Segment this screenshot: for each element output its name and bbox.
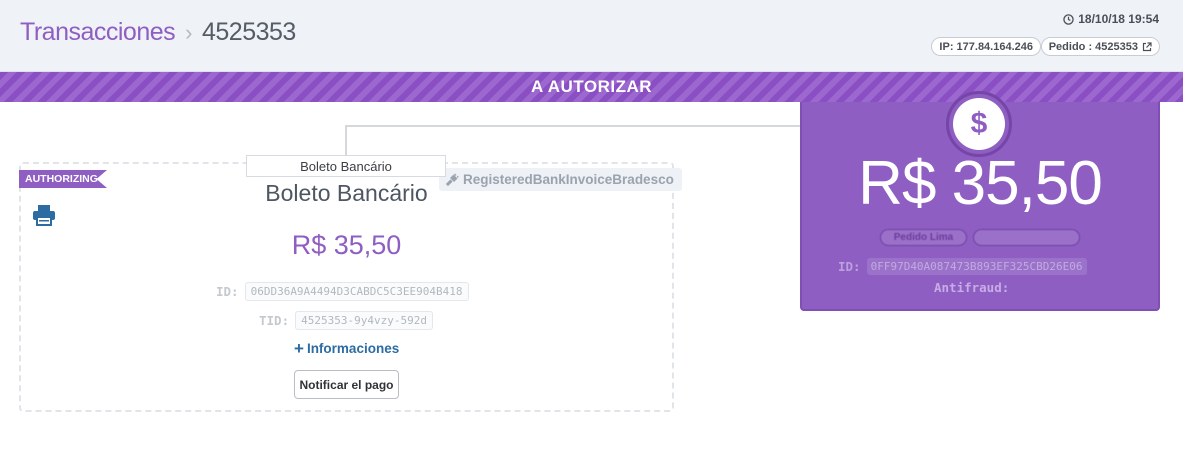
plug-icon (445, 173, 459, 186)
ip-badge: IP: 177.84.164.246 (931, 37, 1041, 56)
more-info-label: Informaciones (306, 341, 400, 356)
order-text: Pedido : 4525353 (1048, 40, 1138, 53)
dollar-badge: $ (946, 91, 1012, 157)
status-banner-text: A AUTORIZAR (530, 77, 653, 96)
antifraud-label: Antifraud: (934, 280, 1010, 295)
summary-id-row: ID: 0FF97D40A087473B893EF325CBD26E06 (838, 258, 1087, 275)
plus-icon: + (294, 339, 304, 358)
breadcrumb: Transacciones › 4525353 (20, 18, 296, 47)
status-ribbon: AUTHORIZING (19, 170, 107, 188)
chevron-right-icon: › (185, 19, 192, 45)
summary-amount: R$ 35,50 (858, 149, 1103, 218)
external-link-icon (1142, 41, 1152, 51)
status-banner: A AUTORIZAR (0, 72, 1183, 102)
payment-tid-row: TID: 4525353-9y4vzy-592d (259, 311, 433, 330)
summary-blurred-pill (973, 229, 1080, 246)
summary-id-label: ID: (838, 259, 861, 274)
more-info-link[interactable]: + Informaciones (294, 340, 399, 357)
provider-badge: RegisteredBankInvoiceBradesco (439, 168, 682, 191)
payment-method-tab: Boleto Bancário (246, 155, 446, 177)
payment-amount: R$ 35,50 (291, 230, 402, 260)
payment-tid-label: TID: (259, 313, 290, 328)
order-link-badge[interactable]: Pedido : 4525353 (1040, 37, 1160, 56)
dollar-icon: $ (953, 98, 1005, 150)
flow-connector-horizontal (345, 125, 801, 127)
breadcrumb-transactions-link[interactable]: Transacciones (20, 18, 176, 47)
print-icon[interactable] (32, 204, 56, 226)
payment-id-label: ID: (216, 284, 239, 299)
payment-tid-value: 4525353-9y4vzy-592d (295, 311, 433, 330)
summary-id-value: 0FF97D40A087473B893EF325CBD26E06 (866, 258, 1087, 275)
datetime-text: 18/10/18 19:54 (1078, 12, 1159, 26)
provider-name: RegisteredBankInvoiceBradesco (463, 172, 674, 187)
payment-id-row: ID: 06DD36A9A4494D3CABDC5C3EE904B418 (216, 282, 469, 301)
summary-status-pill: Pedido Lima (880, 229, 967, 246)
page-header: Transacciones › 4525353 18/10/18 19:54 I… (0, 0, 1183, 72)
transaction-datetime: 18/10/18 19:54 (1063, 12, 1159, 26)
ip-text: IP: 177.84.164.246 (939, 40, 1033, 53)
payment-id-value: 06DD36A9A4494D3CABDC5C3EE904B418 (244, 282, 469, 301)
flow-connector-vertical (345, 125, 347, 156)
notify-payment-button[interactable]: Notificar el pago (294, 370, 399, 399)
breadcrumb-transaction-number: 4525353 (201, 18, 296, 46)
clock-icon (1063, 13, 1074, 25)
